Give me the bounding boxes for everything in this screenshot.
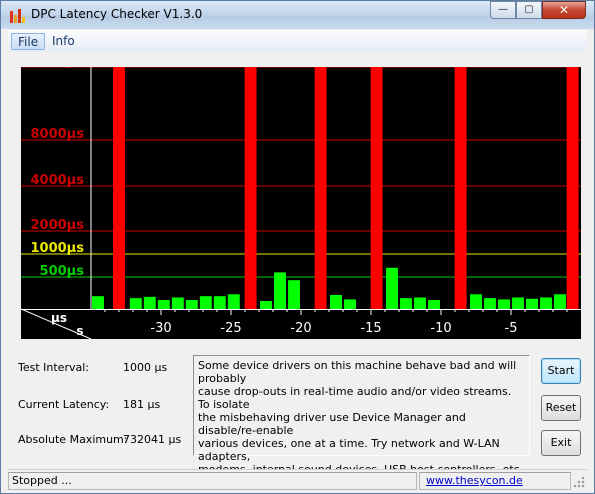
latency-bar [540,297,552,309]
y-tick-label: 4000µs [31,173,85,188]
menu-info[interactable]: Info [46,33,81,50]
status-text: Stopped ... [8,472,417,490]
x-tick-label: -20 [290,321,311,336]
window-title: DPC Latency Checker V1.3.0 [31,7,203,21]
info-message: Some device drivers on this machine beha… [193,355,530,476]
x-tick-label: -5 [505,321,518,336]
latency-bar [526,298,538,309]
x-unit-label: s [76,324,83,338]
latency-bar [428,300,440,309]
reset-button[interactable]: Reset [541,395,581,421]
y-tick-label: 16000µs [21,67,84,69]
latency-bar [157,300,170,309]
latency-bar [566,67,579,309]
latency-bar [454,67,467,309]
latency-bar [470,294,482,309]
menu-bar: File Info [8,30,587,52]
test-interval-value: 1000 µs [123,361,168,374]
latency-bar [484,298,496,309]
menu-file[interactable]: File [11,33,46,50]
x-tick-label: -30 [150,321,171,336]
latency-bar [400,298,412,309]
latency-chart: 16000µs 8000µs 4000µs 2000µs 1000µs 500µs µss… [21,67,581,339]
current-latency-label: Current Latency: [18,398,110,411]
y-tick-label: 1000µs [31,241,85,256]
latency-bar [414,297,426,309]
absolute-maximum-value: 732041 µs [123,433,182,446]
latency-bar [344,299,356,309]
latency-bar [274,272,286,309]
y-tick-label: 500µs [40,264,85,279]
status-link-cell: www.thesycon.de [419,472,571,490]
latency-bar [260,301,272,309]
resize-grip-icon[interactable] [573,476,585,488]
start-button[interactable]: Start [541,358,581,384]
latency-bar [330,294,342,309]
latency-bar [498,299,510,309]
y-tick-label: 8000µs [31,127,85,142]
exit-button[interactable]: Exit [541,430,581,456]
latency-bar [370,67,383,309]
absolute-maximum-label: Absolute Maximum: [18,433,128,446]
latency-bar [512,297,524,309]
x-tick-label: -15 [360,321,381,336]
latency-chart-frame: 16000µs 8000µs 4000µs 2000µs 1000µs 500µs µss… [8,53,587,343]
title-bar[interactable]: DPC Latency Checker V1.3.0 — ▢ ✕ [1,1,594,29]
app-bars-icon [9,7,25,23]
maximize-button[interactable]: ▢ [516,1,542,19]
test-interval-label: Test Interval: [18,361,89,374]
current-latency-value: 181 µs [123,398,161,411]
latency-bar [227,294,240,309]
latency-bar [199,296,212,309]
latency-bar [554,294,566,309]
latency-bar [314,67,327,309]
y-tick-label: 2000µs [31,218,85,233]
website-link[interactable]: www.thesycon.de [426,473,523,489]
chart-background [21,67,581,339]
latency-bar [386,267,398,309]
latency-bar [129,298,142,309]
latency-bar [185,300,198,309]
x-tick-label: -10 [430,321,451,336]
latency-bar [171,297,184,309]
latency-bar [143,296,156,309]
close-button[interactable]: ✕ [542,1,586,19]
y-unit-label: µs [51,311,67,325]
app-window: DPC Latency Checker V1.3.0 — ▢ ✕ File In… [0,0,595,494]
latency-bar [113,67,125,309]
latency-bar [244,67,257,309]
minimize-button[interactable]: — [490,1,516,19]
latency-bar [288,280,300,309]
latency-bar [213,296,226,309]
latency-bar [92,296,104,309]
x-tick-label: -25 [220,321,241,336]
status-bar: Stopped ... www.thesycon.de [8,469,587,491]
